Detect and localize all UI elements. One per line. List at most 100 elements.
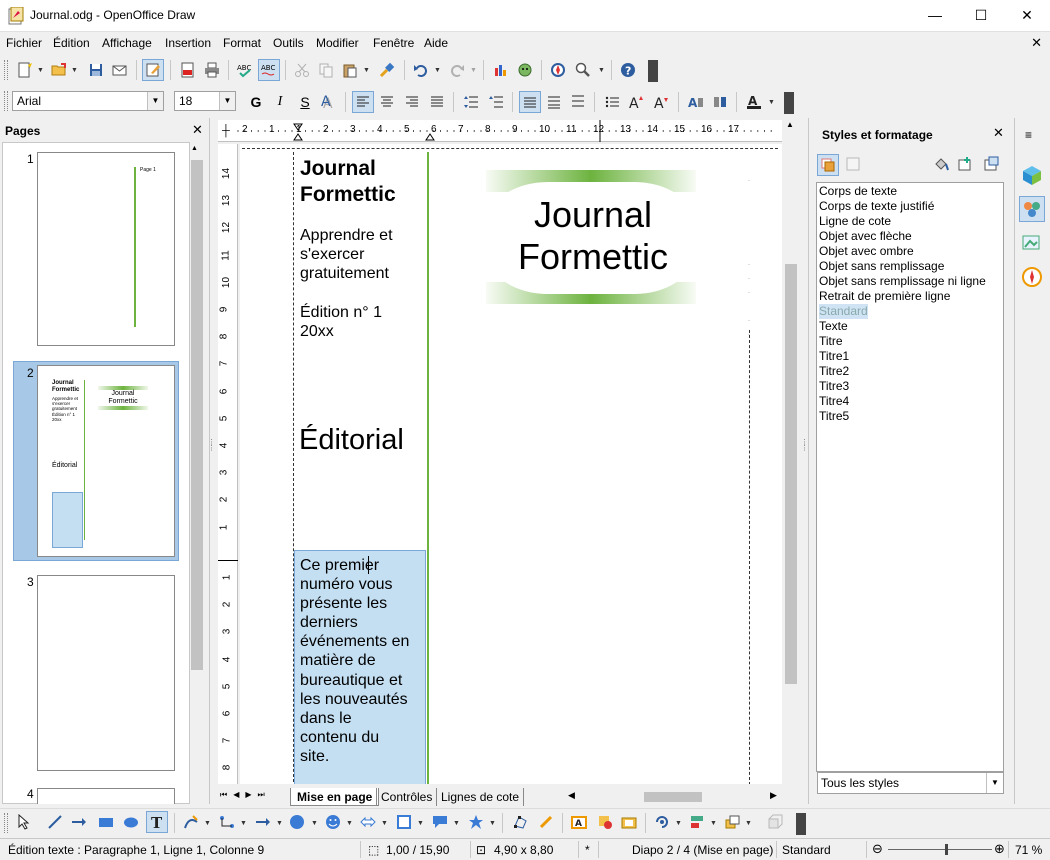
chevron-down-icon[interactable]: ▼ [745,820,752,827]
status-position[interactable]: 1,00 / 15,90 [386,843,449,857]
style-item[interactable]: Ligne de cote [819,214,891,229]
zoom-out-icon[interactable]: ⊖ [872,841,883,857]
zoom-slider-thumb[interactable] [945,844,949,855]
toolbar-grip[interactable] [4,60,8,80]
block-arrows-icon[interactable] [357,811,379,833]
menu-modifier[interactable]: Modifier [316,36,359,50]
style-item[interactable]: Objet avec flèche [819,229,912,244]
editorial-textbox[interactable]: Ce premier numéro vous présente les dern… [294,550,426,784]
presentation-styles-icon[interactable] [843,154,865,176]
chevron-up-icon[interactable]: ▲ [786,120,794,129]
minimize-button[interactable]: — [912,0,958,30]
underline-button[interactable]: S [294,91,316,113]
chevron-left-icon[interactable]: ◀ [568,790,575,801]
status-zoom[interactable]: 71 % [1015,843,1042,857]
page-thumbnail-2[interactable]: Journal Formettic Apprendre et s'exercer… [37,365,175,557]
chevron-down-icon[interactable]: ▼ [147,92,163,110]
from-file-icon[interactable] [594,811,616,833]
chevron-down-icon[interactable]: ▼ [276,820,283,827]
menu-outils[interactable]: Outils [273,36,304,50]
navigator-icon[interactable] [547,59,569,81]
style-item[interactable]: Objet sans remplissage ni ligne [819,274,986,289]
chevron-down-icon[interactable]: ▼ [204,820,211,827]
journal-subtitle[interactable]: Apprendre et s'exercer gratuitement [300,226,393,283]
gallery-insert-icon[interactable] [618,811,640,833]
status-modified[interactable]: * [585,843,590,857]
zoom-in-icon[interactable]: ⊕ [994,841,1005,857]
editorial-text[interactable]: Ce premier numéro vous présente les dern… [300,556,428,766]
connector-icon[interactable] [216,811,238,833]
navigator-deck-icon[interactable] [1019,264,1045,290]
font-name-combo[interactable]: Arial ▼ [12,91,164,111]
chevron-down-icon[interactable]: ▼ [311,820,318,827]
chevron-down-icon[interactable]: ▼ [489,820,496,827]
style-item[interactable]: Objet avec ombre [819,244,914,259]
style-filter-select[interactable]: Tous les styles ▼ [817,772,1004,794]
cut-icon[interactable] [291,59,313,81]
bullets-icon[interactable] [601,91,623,113]
chevron-down-icon[interactable]: ▼ [710,820,717,827]
pages-scrollbar[interactable]: ▲ [190,142,204,804]
chevron-down-icon[interactable]: ▼ [768,99,775,106]
logo-text[interactable]: Journal Formettic [490,194,696,278]
sidebar-menu-icon[interactable]: ≡ [1025,128,1032,142]
text-tool-icon[interactable]: T [146,811,168,833]
chevron-down-icon[interactable]: ▼ [470,67,477,74]
menu-format[interactable]: Format [223,36,261,50]
style-item-selected[interactable]: Standard [819,304,868,319]
curve-icon[interactable] [180,811,202,833]
splitter-handle[interactable]: ⋮ ⋮ [208,439,215,470]
paragraph-icon[interactable] [709,91,731,113]
align-right-icon[interactable] [401,91,423,113]
symbol-shapes-icon[interactable] [322,811,344,833]
chevron-down-icon[interactable]: ▼ [37,67,44,74]
align-left-icon[interactable] [352,91,374,113]
basic-shapes-icon[interactable] [286,811,308,833]
splitter-handle[interactable]: ⋮ ⋮ [801,439,808,470]
line-spacing-icon[interactable] [460,91,482,113]
font-shrink-icon[interactable]: A [651,91,673,113]
menu-affichage[interactable]: Affichage [102,36,152,50]
style-item[interactable]: Objet sans remplissage [819,259,944,274]
autospellcheck-icon[interactable]: ABC [258,59,280,81]
toolbar-overflow-icon[interactable] [796,813,806,835]
fill-format-icon[interactable] [931,154,953,176]
toolbar-overflow-icon[interactable] [648,60,658,82]
update-style-icon[interactable] [981,154,1003,176]
flowchart-icon[interactable] [393,811,415,833]
journal-title[interactable]: Journal Formettic [300,156,396,208]
style-item[interactable]: Titre [819,334,843,349]
chevron-down-icon[interactable]: ▼ [219,92,235,110]
open-folder-icon[interactable] [48,59,70,81]
style-item[interactable]: Titre1 [819,349,849,364]
new-style-icon[interactable] [955,154,977,176]
align-objects-icon[interactable] [686,811,708,833]
canvas-vertical-scrollbar[interactable]: ▲ [783,118,799,808]
maximize-button[interactable]: ☐ [958,0,1004,30]
font-grow-icon[interactable]: A [626,91,648,113]
close-styles-panel-icon[interactable]: ✕ [993,125,1004,141]
tab-lignes-de-cote[interactable]: Lignes de cote [436,788,525,806]
align-center-icon[interactable] [376,91,398,113]
status-layout[interactable]: Standard [782,843,831,857]
properties-icon[interactable] [1019,162,1045,188]
chart-icon[interactable] [490,59,512,81]
menu-aide[interactable]: Aide [424,36,448,50]
chevron-down-icon[interactable]: ▼ [417,820,424,827]
help-icon[interactable]: ? [617,59,639,81]
zoom-slider-track[interactable] [888,849,992,850]
paragraph-spacing-icon[interactable] [485,91,507,113]
menu-fichier[interactable]: Fichier [6,36,42,50]
style-item[interactable]: Retrait de première ligne [819,289,950,304]
tab-stop-icon[interactable]: ┼ [222,125,230,137]
chevron-down-icon[interactable]: ▼ [240,820,247,827]
callouts-icon[interactable] [429,811,451,833]
chevron-right-icon[interactable]: ▶ [770,790,777,801]
rectangle-icon[interactable] [95,811,117,833]
close-document-button[interactable]: ✕ [1031,35,1042,51]
redo-icon[interactable] [446,59,468,81]
new-document-icon[interactable] [14,59,36,81]
menu-edition[interactable]: Édition [53,36,90,50]
double-spacing-icon[interactable] [567,91,589,113]
save-icon[interactable] [85,59,107,81]
